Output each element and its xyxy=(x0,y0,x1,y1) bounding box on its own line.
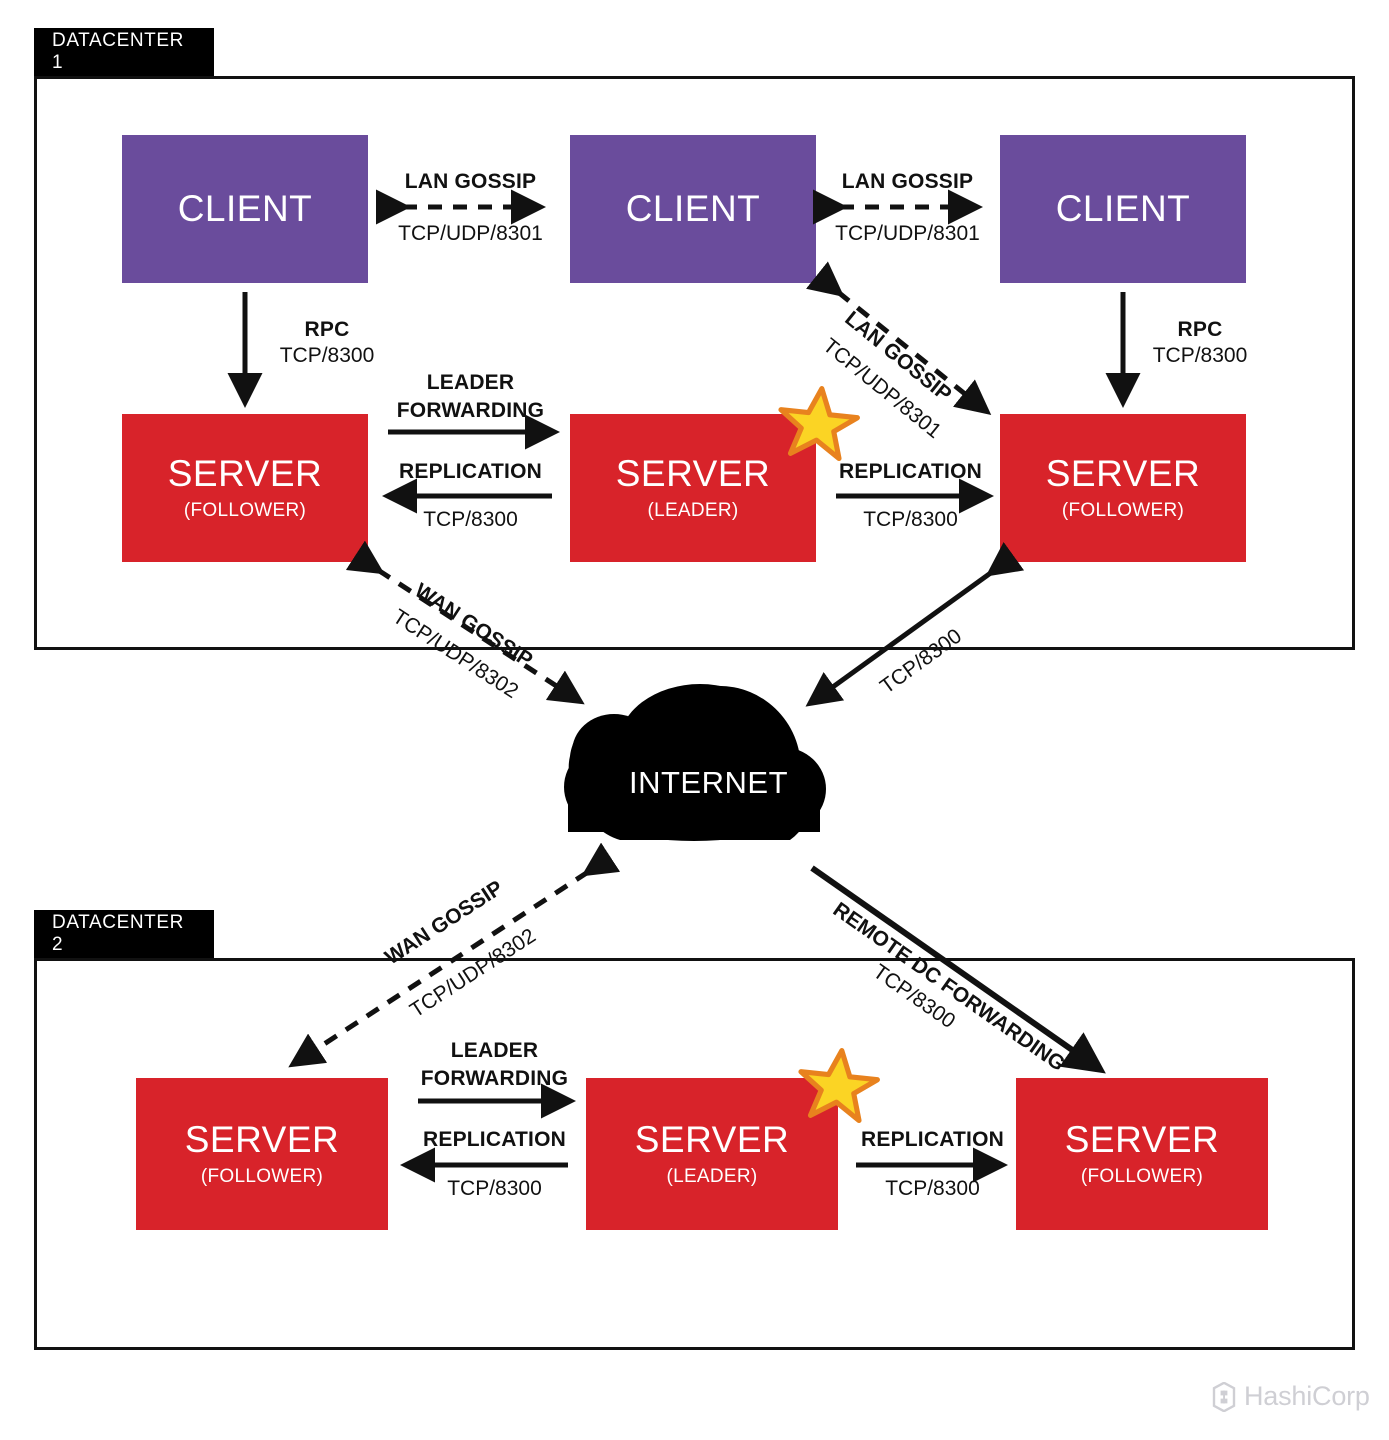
lan-gossip-1-label: LAN GOSSIP xyxy=(404,170,537,193)
dc2-server-follower-left-role: (FOLLOWER) xyxy=(200,1165,324,1187)
dc1-client-2[interactable]: CLIENT xyxy=(570,135,816,283)
leader-forwarding-dc2-line2: FORWARDING xyxy=(420,1067,569,1090)
replication-dc2-right-label: REPLICATION xyxy=(861,1128,1004,1151)
datacenter-1-tag-label: DATACENTER 1 xyxy=(52,30,184,73)
replication-dc1-right-label: REPLICATION xyxy=(839,460,982,483)
dc2-server-leader[interactable]: SERVER (LEADER) xyxy=(586,1078,838,1230)
dc2-server-follower-left-title: SERVER xyxy=(184,1119,340,1161)
lan-gossip-2-port: TCP/UDP/8301 xyxy=(835,222,980,245)
datacenter-2-tag: DATACENTER 2 xyxy=(34,910,214,958)
dc1-server-follower-right[interactable]: SERVER (FOLLOWER) xyxy=(1000,414,1246,562)
dc2-server-follower-right-role: (FOLLOWER) xyxy=(1080,1165,1204,1187)
internet-cloud-label: INTERNET xyxy=(629,765,788,800)
internet-cloud-icon xyxy=(564,684,826,841)
replication-dc2-left-port: TCP/8300 xyxy=(447,1177,542,1200)
dc1-server-follower-left[interactable]: SERVER (FOLLOWER) xyxy=(122,414,368,562)
leader-forwarding-dc1-line1: LEADER xyxy=(426,371,515,394)
dc1-client-1[interactable]: CLIENT xyxy=(122,135,368,283)
dc2-server-leader-title: SERVER xyxy=(634,1119,790,1161)
lan-gossip-2-label: LAN GOSSIP xyxy=(841,170,974,193)
hashicorp-logo-text: HashiCorp xyxy=(1244,1381,1370,1411)
hashicorp-mark-icon xyxy=(1212,1381,1236,1412)
datacenter-2-tag-label: DATACENTER 2 xyxy=(52,912,184,955)
dc1-server-leader-title: SERVER xyxy=(615,453,771,495)
dc1-client-2-title: CLIENT xyxy=(625,187,761,229)
hashicorp-logo: HashiCorp xyxy=(1211,1381,1370,1412)
rpc-right-port: TCP/8300 xyxy=(1152,344,1248,367)
replication-dc2-right-port: TCP/8300 xyxy=(885,1177,980,1200)
replication-dc1-left-port: TCP/8300 xyxy=(423,508,518,531)
dc2-server-follower-right[interactable]: SERVER (FOLLOWER) xyxy=(1016,1078,1268,1230)
dc2-server-follower-left[interactable]: SERVER (FOLLOWER) xyxy=(136,1078,388,1230)
replication-dc2-left-label: REPLICATION xyxy=(423,1128,566,1151)
dc1-server-follower-right-title: SERVER xyxy=(1045,453,1201,495)
dc1-server-leader-role: (LEADER) xyxy=(647,499,739,521)
dc2-server-leader-role: (LEADER) xyxy=(666,1165,758,1187)
dc1-server-follower-left-title: SERVER xyxy=(167,453,323,495)
dc1-server-leader[interactable]: SERVER (LEADER) xyxy=(570,414,816,562)
dc1-server-follower-right-role: (FOLLOWER) xyxy=(1061,499,1185,521)
leader-forwarding-dc2-line1: LEADER xyxy=(450,1039,539,1062)
datacenter-1-tag: DATACENTER 1 xyxy=(34,28,214,76)
lan-gossip-1-port: TCP/UDP/8301 xyxy=(398,222,543,245)
rpc-right-label: RPC xyxy=(1177,318,1223,341)
rpc-left-label: RPC xyxy=(304,318,350,341)
dc1-client-1-title: CLIENT xyxy=(177,187,313,229)
replication-dc1-left-label: REPLICATION xyxy=(399,460,542,483)
rpc-left-port: TCP/8300 xyxy=(279,344,375,367)
dc1-client-3-title: CLIENT xyxy=(1055,187,1191,229)
dc1-client-3[interactable]: CLIENT xyxy=(1000,135,1246,283)
dc2-server-follower-right-title: SERVER xyxy=(1064,1119,1220,1161)
dc1-server-follower-left-role: (FOLLOWER) xyxy=(183,499,307,521)
leader-forwarding-dc1-line2: FORWARDING xyxy=(396,399,545,422)
diagram-canvas: DATACENTER 1 DATACENTER 2 CLIENT CLIENT … xyxy=(0,0,1389,1440)
replication-dc1-right-port: TCP/8300 xyxy=(863,508,958,531)
